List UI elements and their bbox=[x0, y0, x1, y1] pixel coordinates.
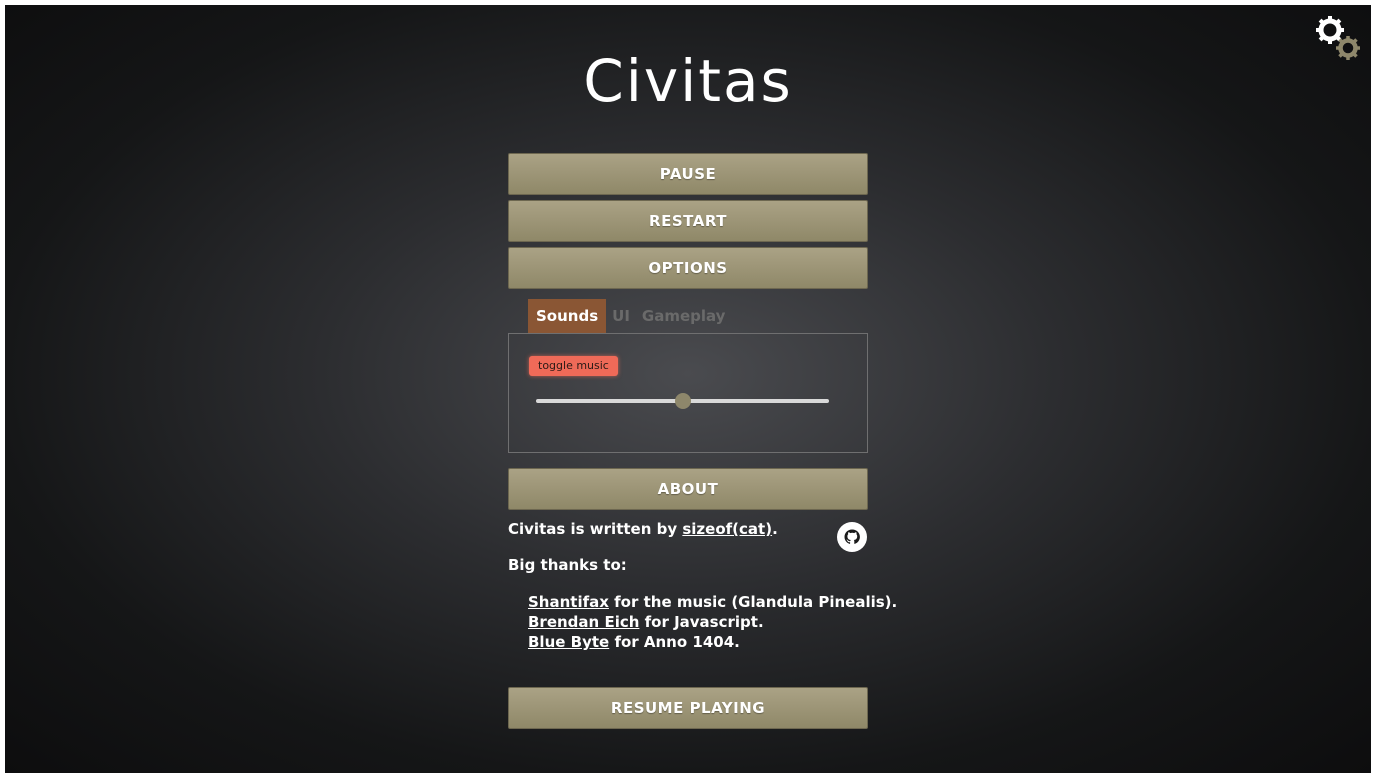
slider-thumb[interactable] bbox=[674, 393, 691, 409]
pause-button[interactable]: PAUSE bbox=[508, 153, 868, 195]
music-volume-slider[interactable] bbox=[536, 393, 829, 409]
tab-sounds[interactable]: Sounds bbox=[528, 299, 607, 333]
options-tabs: Sounds UI Gameplay bbox=[508, 299, 868, 333]
thanks-item: Shantifax for the music (Glandula Pineal… bbox=[528, 593, 898, 611]
restart-button[interactable]: RESTART bbox=[508, 200, 868, 242]
options-button[interactable]: OPTIONS bbox=[508, 247, 868, 289]
game-title: Civitas bbox=[583, 47, 793, 115]
author-line: Civitas is written by sizeof(cat). bbox=[508, 520, 778, 538]
tab-gameplay[interactable]: Gameplay bbox=[636, 299, 732, 333]
thanks-link-blue-byte[interactable]: Blue Byte bbox=[528, 633, 609, 651]
author-prefix: Civitas is written by bbox=[508, 520, 683, 538]
sounds-panel: toggle music bbox=[508, 333, 868, 453]
thanks-link-brendan-eich[interactable]: Brendan Eich bbox=[528, 613, 639, 631]
thanks-item: Blue Byte for Anno 1404. bbox=[528, 633, 740, 651]
author-link[interactable]: sizeof(cat) bbox=[682, 520, 772, 538]
toggle-music-button[interactable]: toggle music bbox=[529, 356, 618, 376]
author-suffix: . bbox=[772, 520, 778, 538]
thanks-heading: Big thanks to: bbox=[508, 556, 627, 574]
thanks-link-shantifax[interactable]: Shantifax bbox=[528, 593, 609, 611]
tab-ui[interactable]: UI bbox=[606, 299, 636, 333]
github-octocat-icon bbox=[844, 529, 860, 544]
thanks-item: Brendan Eich for Javascript. bbox=[528, 613, 764, 631]
resume-playing-button[interactable]: RESUME PLAYING bbox=[508, 687, 868, 729]
game-screen: Civitas PAUSE RESTART OPTIONS Sounds UI … bbox=[5, 5, 1371, 773]
thanks-list: Shantifax for the music (Glandula Pineal… bbox=[528, 592, 897, 652]
about-button[interactable]: ABOUT bbox=[508, 468, 868, 510]
github-icon[interactable] bbox=[837, 522, 867, 552]
